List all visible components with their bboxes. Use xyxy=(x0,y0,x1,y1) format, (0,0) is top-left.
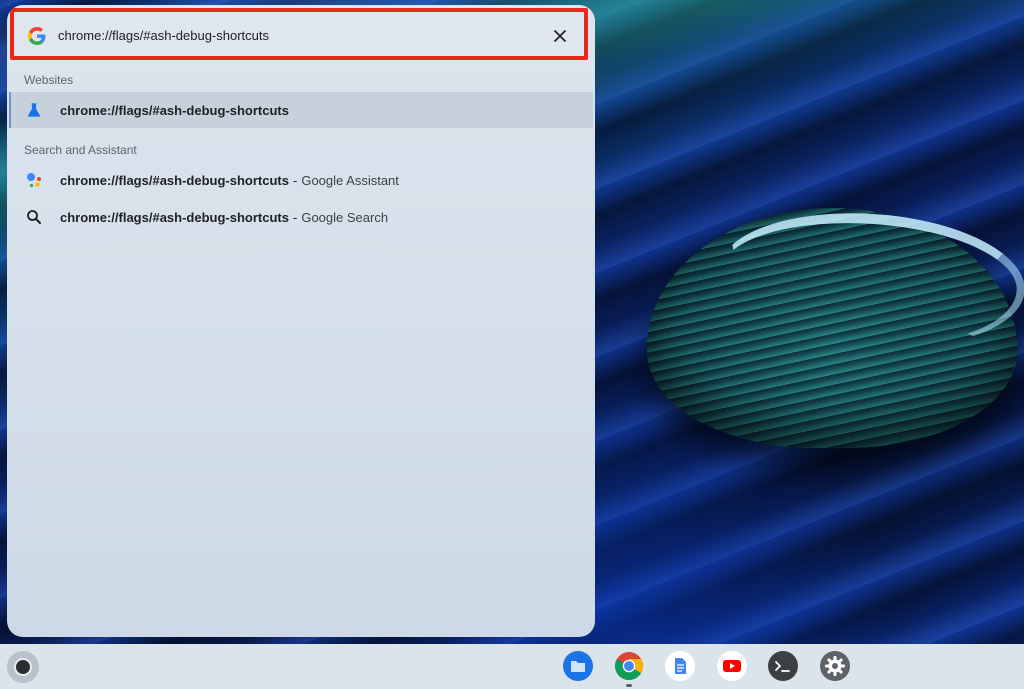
launcher-panel: Websites chrome://flags/#ash-debug-short… xyxy=(7,5,595,637)
terminal-icon xyxy=(768,651,798,681)
google-search-result-description: Google Search xyxy=(301,209,389,225)
search-assistant-section-header: Search and Assistant xyxy=(24,143,137,157)
launcher-button[interactable] xyxy=(7,651,39,683)
settings-icon xyxy=(820,651,850,681)
shelf-app-chrome[interactable] xyxy=(613,650,645,687)
youtube-icon xyxy=(717,651,747,681)
google-assistant-icon xyxy=(27,173,41,188)
shelf-app-docs[interactable] xyxy=(664,650,696,682)
assistant-result-separator: - xyxy=(292,172,298,188)
search-icon xyxy=(27,210,41,224)
close-icon xyxy=(554,30,566,42)
websites-section-header: Websites xyxy=(24,73,74,87)
assistant-result-title: chrome://flags/#ash-debug-shortcuts xyxy=(60,172,289,188)
website-result-row[interactable]: chrome://flags/#ash-debug-shortcuts xyxy=(9,92,593,128)
docs-icon xyxy=(665,651,695,681)
files-icon xyxy=(563,651,593,681)
flask-icon xyxy=(27,103,41,117)
shelf-app-terminal[interactable] xyxy=(767,650,799,682)
shelf-app-youtube[interactable] xyxy=(716,650,748,682)
running-indicator xyxy=(626,684,632,687)
assistant-result-description: Google Assistant xyxy=(301,172,399,188)
launcher-search-box xyxy=(10,8,588,60)
shelf-app-files[interactable] xyxy=(562,650,594,682)
assistant-result-row[interactable]: chrome://flags/#ash-debug-shortcuts - Go… xyxy=(9,162,593,198)
website-result-title: chrome://flags/#ash-debug-shortcuts xyxy=(60,102,289,118)
shelf-app-settings[interactable] xyxy=(819,650,851,682)
chrome-icon xyxy=(614,652,643,681)
google-search-result-row[interactable]: chrome://flags/#ash-debug-shortcuts - Go… xyxy=(9,199,593,235)
google-g-icon xyxy=(28,27,46,45)
launcher-search-input[interactable] xyxy=(58,23,498,47)
google-search-result-separator: - xyxy=(292,209,298,225)
google-search-result-title: chrome://flags/#ash-debug-shortcuts xyxy=(60,209,289,225)
launcher-circle-icon xyxy=(16,660,30,674)
shelf xyxy=(0,644,1024,689)
clear-search-button[interactable] xyxy=(548,24,572,48)
